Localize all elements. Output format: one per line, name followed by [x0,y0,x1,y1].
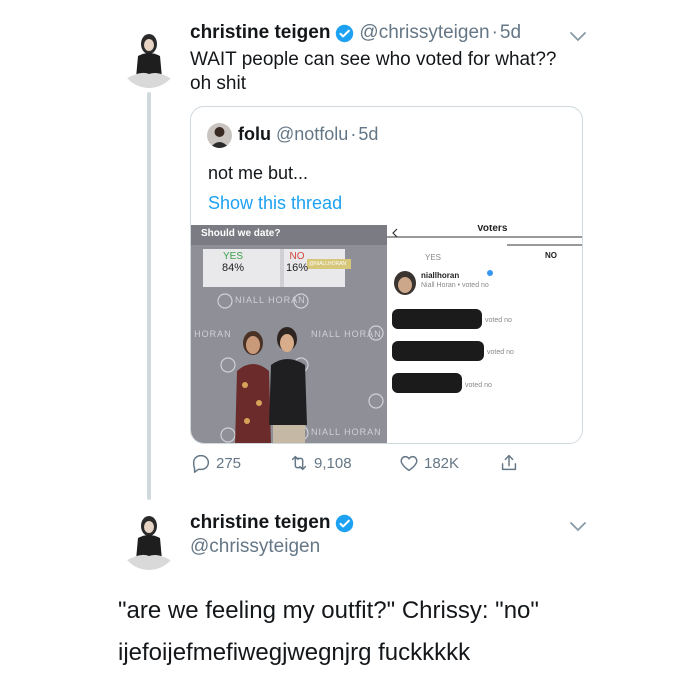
thread-connector-line [147,92,151,500]
like-count: 182K [424,454,460,472]
author-name[interactable]: christine teigen [190,512,330,534]
quoted-author-handle[interactable]: @notfolu [276,124,348,145]
quoted-tweet-text: not me but... [208,163,309,183]
first-voter-fullname: Niall Horan [421,282,456,289]
poll-question: Should we date? [201,228,281,239]
reply-button[interactable]: 275 [190,452,241,474]
backdrop-text-1: NIALL HORAN [235,295,306,305]
story-screenshot[interactable]: Should we date? YES 84% NO 16% @NIALLHOR… [191,225,387,443]
tweet-text: WAIT people can see who voted for what??… [190,48,557,96]
back-arrow-icon [392,228,398,238]
reply-count: 275 [216,454,242,472]
time-separator: · [350,124,357,144]
retweet-count: 9,108 [314,454,352,472]
first-voter-name[interactable]: niallhoran [421,271,459,280]
verified-badge-icon [335,514,354,533]
tweet-text-line-1: "are we feeling my outfit?" Chrissy: "no… [118,597,539,624]
voter-4-vote: voted no [465,382,492,389]
poll-option-yes-label: YES [222,251,243,262]
voters-panel[interactable]: Voters YES NO niallhoran Niall Horan • v… [387,225,582,443]
quoted-tweet-card[interactable]: folu @notfolu · 5d not me but... Show th… [190,106,583,444]
quoted-media[interactable]: Should we date? YES 84% NO 16% @NIALLHOR… [191,225,582,443]
tweet-action-bar: 275 9,108 182K [190,452,530,480]
quoted-author-name[interactable]: folu [238,124,271,145]
retweet-icon [291,455,307,471]
tweet-header: christine teigen [190,512,354,534]
reply-icon [192,454,210,473]
backdrop-text-3: NIALL HORAN [191,329,232,339]
share-button[interactable] [498,452,520,474]
show-thread-link[interactable]: Show this thread [208,193,342,214]
backdrop-text-4: NIALL HORAN [311,427,382,437]
poll-option-yes[interactable]: YES 84% [221,251,245,274]
author-avatar-image [120,30,178,88]
chevron-down-icon[interactable] [568,30,588,44]
verified-badge-icon [335,24,354,43]
poll-option-no-label: NO [289,251,305,262]
voter-2-vote: voted no [485,317,512,324]
voters-title: Voters [477,225,508,234]
poll-option-no-percent: 16% [285,262,309,274]
mention-sticker: @NIALLHORAN [309,261,347,267]
author-avatar[interactable] [120,30,178,88]
chevron-down-icon[interactable] [568,520,588,534]
voter-3-vote: voted no [487,349,514,356]
verified-small-icon [487,270,493,276]
tweet-timestamp[interactable]: 5d [500,22,521,44]
author-name[interactable]: christine teigen [190,22,330,44]
author-handle[interactable]: @chrissyteigen [359,22,489,44]
poll-option-yes-percent: 84% [221,262,245,274]
backdrop-text-2: NIALL HORAN [311,329,382,339]
voters-tab-yes[interactable]: YES [425,253,441,262]
like-button[interactable]: 182K [398,452,459,474]
quoted-timestamp[interactable]: 5d [358,124,378,145]
quoted-tweet-header: folu @notfolu · 5d [238,124,378,145]
time-separator: · [491,22,498,43]
voters-tab-no[interactable]: NO [545,251,557,260]
first-voter-vote: voted no [461,282,489,289]
author-handle[interactable]: @chrissyteigen [190,536,320,558]
tweet-text-line-2: oh shit [190,73,246,94]
like-icon [400,455,418,472]
tweet-header: christine teigen @chrissyteigen · 5d [190,22,521,44]
tweet-text-line-1: WAIT people can see who voted for what?? [190,49,557,70]
poll-option-no[interactable]: NO 16% [285,251,309,274]
retweet-button[interactable]: 9,108 [288,452,352,474]
tweet-text-line-2: ijefoijefmefiwegjwegnjrg fuckkkkk [118,639,471,666]
author-avatar[interactable] [120,512,178,570]
quoted-author-avatar[interactable] [207,123,232,148]
share-icon [501,454,517,471]
first-voter-subtitle: Niall Horan • voted no [421,282,489,289]
author-avatar-image [120,512,178,570]
